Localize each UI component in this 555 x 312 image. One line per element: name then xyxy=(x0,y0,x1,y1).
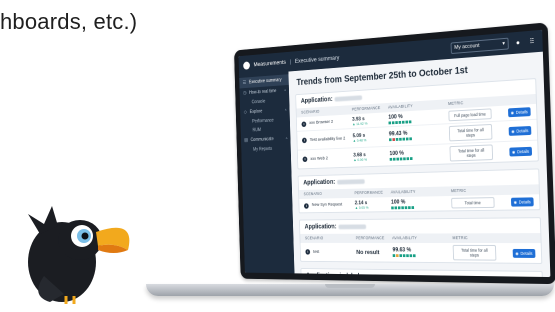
table-header: SCENARIO PERFORMANCE AVAILABILITY METRIC xyxy=(300,233,541,243)
info-icon[interactable]: i xyxy=(305,249,311,255)
logo-icon xyxy=(243,60,250,70)
explore-icon: ◇ xyxy=(243,109,247,116)
column-header-performance: PERFORMANCE xyxy=(351,105,381,112)
title-separator: | xyxy=(289,58,292,65)
scenario-name: xxx Web 2 xyxy=(310,156,329,162)
main-content: Trends from September 25th to October 1s… xyxy=(288,52,550,278)
performance-delta: ▲ 0.48 % xyxy=(352,138,367,143)
chevron-up-icon: ^ xyxy=(285,136,288,141)
column-header-availability: AVAILABILITY xyxy=(392,235,418,241)
column-header-scenario: SCENARIO xyxy=(303,191,323,197)
account-label: My account xyxy=(454,43,480,51)
info-icon[interactable]: i xyxy=(301,137,307,144)
sidebar-item-label: Executive summary xyxy=(248,77,282,86)
details-button[interactable]: ◉ Details xyxy=(508,146,533,157)
availability-value: 99.63 % xyxy=(392,247,412,254)
metric-select[interactable]: Total time for all steps xyxy=(448,123,493,142)
availability-bars xyxy=(392,254,453,258)
clock-icon: ◷ xyxy=(242,90,247,97)
performance-delta: ▲ 0.00 % xyxy=(353,157,368,163)
info-icon[interactable]: i xyxy=(302,156,308,163)
redacted-name xyxy=(334,94,363,102)
summary-icon: ☰ xyxy=(242,80,247,86)
column-header-performance: PERFORMANCE xyxy=(355,235,385,241)
sidebar-item-label: My Reports xyxy=(253,146,273,153)
sidebar-item-label: Performance xyxy=(252,117,274,125)
grid-icon[interactable]: ⠿ xyxy=(527,37,537,46)
details-button[interactable]: ◉ Details xyxy=(507,107,531,118)
account-dropdown[interactable]: My account ▾ xyxy=(450,37,509,55)
eye-icon: ◉ xyxy=(511,148,516,154)
availability-bars xyxy=(391,205,451,209)
chevron-up-icon: ^ xyxy=(284,88,287,93)
user-icon[interactable]: ● xyxy=(513,39,523,47)
sidebar: ☰ Executive summary ◷ How-to real time ^… xyxy=(239,71,295,274)
column-header-scenario: SCENARIO xyxy=(304,235,324,241)
table-row: i test No result 99.63 % Total time for a… xyxy=(300,242,542,263)
app-window: Measurements | Executive summary My acco… xyxy=(238,29,551,278)
sidebar-item-label: Communicate xyxy=(250,136,274,143)
laptop-base xyxy=(146,284,554,296)
card-title-label: Application: xyxy=(300,96,333,105)
application-card: Application: SCENARIO PERFORMANCE AVAILA… xyxy=(297,168,541,214)
scenario-name: xxx Browser 2 xyxy=(309,119,334,126)
sidebar-item-my-reports[interactable]: My Reports xyxy=(241,144,291,155)
redacted-name xyxy=(337,178,366,185)
app-name: Measurements xyxy=(253,58,286,68)
eye-icon: ◉ xyxy=(510,110,514,116)
caption-text: hboards, etc.) xyxy=(0,9,138,34)
performance-delta: ▲ 0.05 % xyxy=(354,205,369,210)
sidebar-item-label: RUM xyxy=(252,127,262,134)
column-header-performance: PERFORMANCE xyxy=(354,189,384,196)
info-icon[interactable]: i xyxy=(301,120,307,127)
scenario-name: Test availability live 2 xyxy=(309,136,346,143)
column-header-metric: METRIC xyxy=(450,187,467,194)
metric-select[interactable]: Full page load time xyxy=(448,108,492,122)
metric-select[interactable]: Total time for all steps xyxy=(452,244,497,261)
column-header-availability: AVAILABILITY xyxy=(390,189,416,195)
chevron-down-icon: ▾ xyxy=(502,40,506,47)
card-title-label: Application: xyxy=(304,223,337,231)
sidebar-item-label: How-to real time xyxy=(249,88,277,96)
eye-icon: ◉ xyxy=(511,128,515,134)
scenario-name: New Syn Request xyxy=(311,202,343,208)
application-card: Application: in-label xyxy=(300,268,544,278)
availability-value: 100 % xyxy=(390,199,406,206)
eye-icon: ◉ xyxy=(513,199,517,205)
laptop-screen: Measurements | Executive summary My acco… xyxy=(234,22,555,285)
eye-icon: ◉ xyxy=(515,250,519,256)
card-title: Application: in-label xyxy=(306,272,360,278)
performance-value: No result xyxy=(356,248,380,256)
chevron-up-icon: ^ xyxy=(284,107,287,113)
laptop-notch xyxy=(325,284,375,288)
column-header-metric: METRIC xyxy=(452,235,468,241)
application-card: Application: SCENARIO PERFORMANCE AVAILA… xyxy=(295,78,539,170)
application-card: Application: SCENARIO PERFORMANCE AVAILA… xyxy=(299,217,543,264)
report-icon: ▤ xyxy=(244,137,249,144)
redacted-name xyxy=(338,224,367,229)
toucan-mascot-illustration xyxy=(28,206,130,304)
section-name: Executive summary xyxy=(294,54,340,65)
card-title: Application: xyxy=(300,218,540,234)
card-title-label: Application: xyxy=(303,179,336,187)
mascot-eye-pupil xyxy=(81,232,89,240)
details-button[interactable]: ◉ Details xyxy=(510,197,534,207)
sidebar-item-label: Console xyxy=(251,98,266,106)
info-icon[interactable]: i xyxy=(303,202,309,209)
details-button[interactable]: ◉ Details xyxy=(508,125,532,136)
scenario-name: test xyxy=(313,249,320,255)
metric-select[interactable]: Total time for all steps xyxy=(449,144,494,162)
sidebar-item-label: Explore xyxy=(249,108,263,115)
details-button[interactable]: ◉ Details xyxy=(512,248,536,258)
metric-select[interactable]: Total time xyxy=(451,197,495,209)
